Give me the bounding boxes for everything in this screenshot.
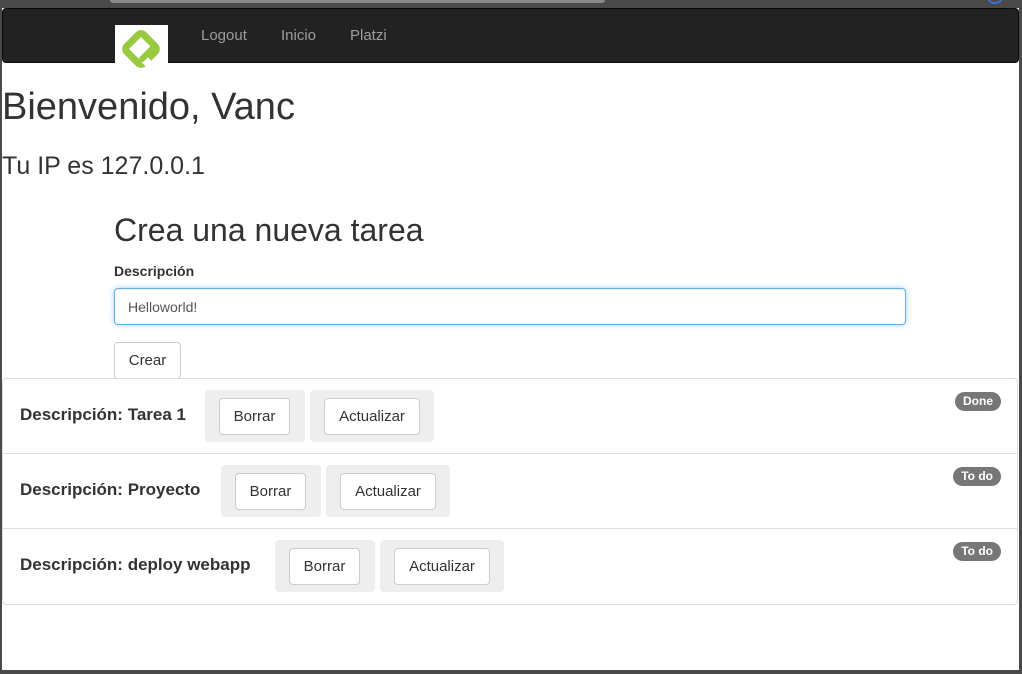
update-form: Actualizar	[326, 465, 450, 517]
delete-form: Borrar	[275, 540, 375, 592]
delete-button[interactable]: Borrar	[235, 473, 306, 510]
update-button[interactable]: Actualizar	[394, 548, 490, 585]
task-row: Descripción: Tarea 1 Borrar Actualizar D…	[3, 379, 1017, 454]
update-button[interactable]: Actualizar	[340, 473, 436, 510]
create-button[interactable]: Crear	[114, 342, 181, 379]
task-description: Descripción: deploy webapp	[20, 555, 251, 574]
update-button[interactable]: Actualizar	[324, 398, 420, 435]
update-form: Actualizar	[310, 390, 434, 442]
task-list: Descripción: Tarea 1 Borrar Actualizar D…	[2, 378, 1018, 605]
nav-link-platzi[interactable]: Platzi	[350, 27, 387, 45]
welcome-heading: Bienvenido, Vanc	[2, 86, 295, 128]
description-label: Descripción	[114, 263, 195, 279]
nav-link-logout[interactable]: Logout	[201, 27, 247, 45]
update-form: Actualizar	[380, 540, 504, 592]
status-badge: To do	[953, 542, 1001, 561]
task-description: Descripción: Tarea 1	[20, 405, 186, 424]
navbar: Logout Inicio Platzi	[2, 8, 1019, 72]
delete-form: Borrar	[205, 390, 305, 442]
status-badge: Done	[955, 392, 1001, 411]
chrome-tab-strip	[110, 0, 605, 3]
ip-address-text: Tu IP es 127.0.0.1	[2, 152, 205, 180]
delete-button[interactable]: Borrar	[219, 398, 290, 435]
task-row: Descripción: Proyecto Borrar Actualizar …	[3, 454, 1017, 529]
profile-icon	[986, 0, 1004, 4]
delete-form: Borrar	[221, 465, 321, 517]
page-viewport: Logout Inicio Platzi Bienvenido, Vanc Tu…	[2, 8, 1019, 670]
new-task-title: Crea una nueva tarea	[114, 212, 424, 248]
description-input[interactable]	[114, 288, 906, 325]
task-row: Descripción: deploy webapp Borrar Actual…	[3, 529, 1017, 604]
status-badge: To do	[953, 467, 1001, 486]
delete-button[interactable]: Borrar	[289, 548, 360, 585]
task-description: Descripción: Proyecto	[20, 480, 201, 499]
platzi-logo-icon[interactable]	[115, 25, 168, 72]
nav-link-inicio[interactable]: Inicio	[281, 27, 316, 45]
browser-chrome	[0, 0, 1022, 8]
